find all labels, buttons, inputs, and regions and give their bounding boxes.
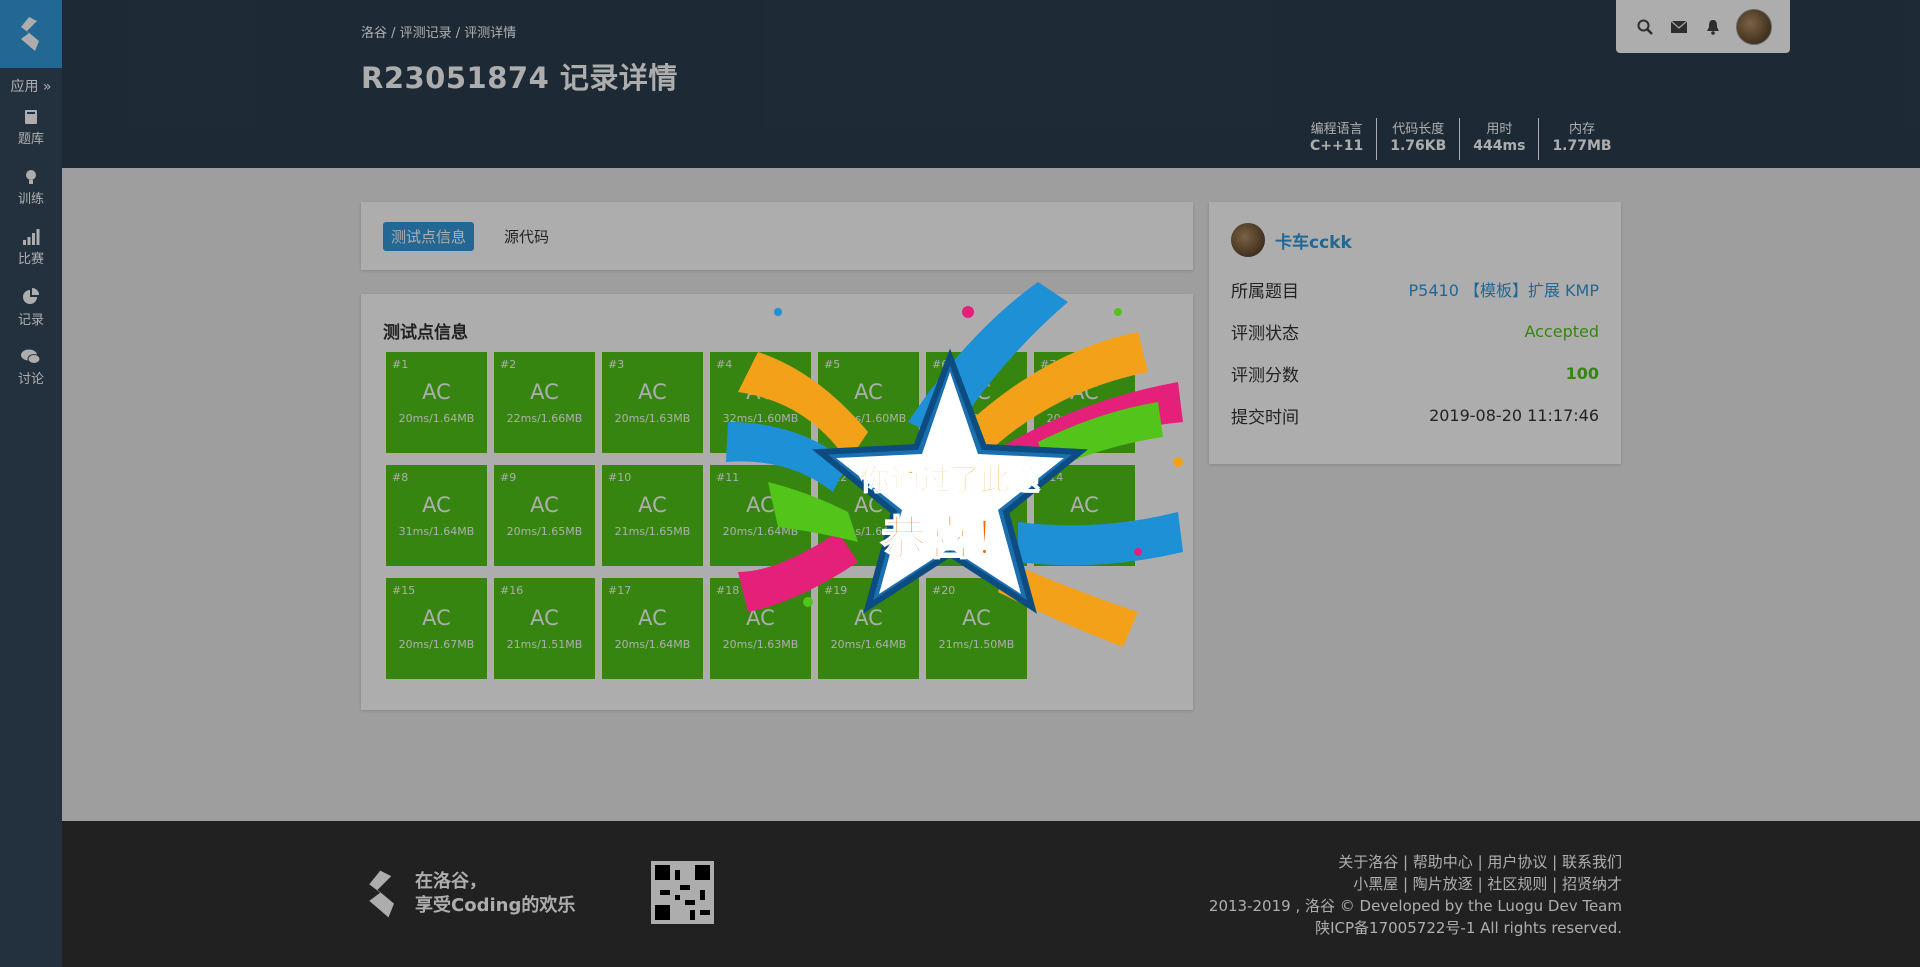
popup-line-2: 恭喜！ bbox=[880, 511, 1019, 565]
congratulations-popup[interactable]: 你通过了此题 恭喜！ bbox=[718, 272, 1210, 680]
popup-line-1: 你通过了此题 bbox=[859, 463, 1040, 498]
